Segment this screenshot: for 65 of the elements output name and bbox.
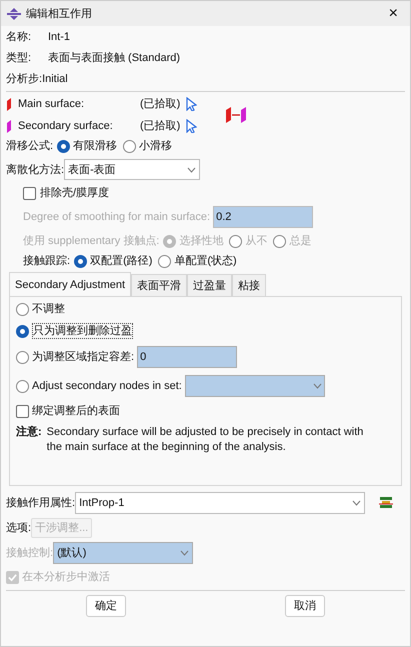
field-label: 离散化方法: xyxy=(6,162,64,176)
property-dropdown[interactable]: IntProp-1 xyxy=(75,492,366,514)
field-label: 类型: xyxy=(6,51,32,65)
close-button[interactable]: × xyxy=(382,6,404,22)
field-label: 使用 supplementary 接触点: xyxy=(23,234,160,248)
caret-icon xyxy=(352,500,362,506)
radio-button[interactable] xyxy=(16,350,29,364)
note-text: Secondary surface will be adjusted to be precisely in contact with the main surface at the beginning of the analysis. xyxy=(46,425,364,455)
property-manager-icon[interactable] xyxy=(379,496,394,510)
surface-label: Main surface: xyxy=(18,97,86,111)
radio-label: 小滑移 xyxy=(139,139,172,153)
checkbox-label: 绑定调整后的表面 xyxy=(32,404,120,418)
checkbox-label: 在本分析步中激活 xyxy=(22,570,110,584)
radio-label: Adjust secondary nodes in set: xyxy=(32,379,182,393)
radio-label: 选择性地 xyxy=(179,234,224,248)
field-label: 名称: xyxy=(6,30,32,44)
dialog-button[interactable]: 取消 xyxy=(285,595,325,617)
caret-icon xyxy=(312,383,322,389)
field-value: Int-1 xyxy=(48,30,70,44)
radio-label: 单配置(状态) xyxy=(174,254,237,268)
pick-cursor-icon[interactable] xyxy=(186,119,198,133)
field-label: 选项: xyxy=(6,521,32,535)
tab[interactable]: 粘接 xyxy=(232,274,266,296)
field-label: 分析步: xyxy=(6,72,42,86)
radio-button[interactable] xyxy=(158,254,172,268)
radio-label: 双配置(路径) xyxy=(90,254,152,268)
radio-label: 总是 xyxy=(289,234,312,248)
caret-icon xyxy=(180,550,190,556)
tab[interactable]: 过盈量 xyxy=(187,274,232,296)
field-label: 接触作用属性: xyxy=(6,496,76,510)
radio-label: 从不 xyxy=(245,234,268,248)
field-label: 滑移公式: xyxy=(6,139,54,153)
surface-label: Secondary surface: xyxy=(18,119,114,133)
field-label: Degree of smoothing for main surface: xyxy=(23,210,210,224)
radio-label: 为调整区域指定容差: xyxy=(32,350,134,364)
field-label: 接触控制: xyxy=(6,546,54,560)
pick-cursor-icon[interactable] xyxy=(186,97,198,111)
checkbox-label: 排除壳/膜厚度 xyxy=(40,186,110,200)
radio-label: 有限滑移 xyxy=(73,139,118,153)
note-label: 注意: xyxy=(16,425,42,440)
interaction-icon xyxy=(7,8,21,20)
checkbox[interactable] xyxy=(23,186,36,200)
radio-button[interactable] xyxy=(16,302,29,316)
field-label: 接触跟踪: xyxy=(23,254,70,268)
field-value: 表面与表面接触 (Standard) xyxy=(48,51,180,65)
method-dropdown[interactable]: 表面-表面 xyxy=(64,159,200,180)
pick-status: (已拾取) xyxy=(140,97,180,111)
radio-button[interactable] xyxy=(57,140,70,152)
radio-button[interactable] xyxy=(16,324,29,338)
dialog-button[interactable]: 确定 xyxy=(86,595,126,617)
checkbox[interactable] xyxy=(16,404,29,418)
window-title: 编辑相互作用 xyxy=(26,6,93,20)
swap-surfaces-icon[interactable] xyxy=(225,106,248,124)
radio-button[interactable] xyxy=(123,140,136,152)
pick-status: (已拾取) xyxy=(140,119,180,133)
field-value: Initial xyxy=(42,72,68,86)
tab[interactable]: Secondary Adjustment xyxy=(9,272,132,296)
node-set-dropdown[interactable] xyxy=(184,375,325,397)
radio-button[interactable] xyxy=(74,254,88,268)
radio-label: 只为调整到删除过盈 xyxy=(32,323,133,339)
tolerance-input[interactable]: 0 xyxy=(137,346,238,368)
tab[interactable]: 表面平滑 xyxy=(131,274,188,296)
radio-button[interactable] xyxy=(16,380,29,392)
radio-label: 不调整 xyxy=(32,302,65,316)
caret-icon xyxy=(187,166,196,172)
